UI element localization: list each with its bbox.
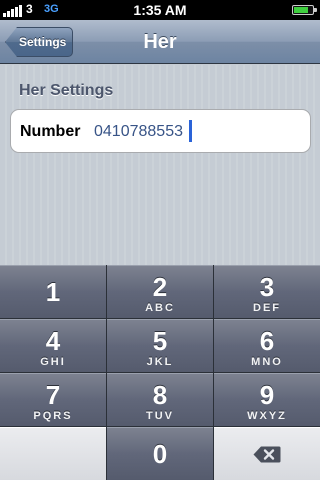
number-input[interactable]: 0410788553	[94, 123, 183, 141]
number-label: Number	[20, 123, 81, 140]
key-digit: 4	[45, 326, 61, 356]
key-digit: 2	[152, 272, 168, 302]
number-field-row[interactable]: Number 0410788553	[10, 109, 311, 153]
key-digit: 7	[45, 380, 61, 410]
backspace-icon	[253, 446, 281, 463]
key-1[interactable]: 1	[0, 265, 106, 318]
numeric-keypad: 1 2 ABC 3 DEF 4 GHI 5 JKL 6 MNO 7 PQRS 8…	[0, 265, 320, 480]
key-blank	[0, 427, 106, 480]
section-header: Her Settings	[19, 82, 114, 99]
key-digit: 5	[152, 326, 168, 356]
delete-button[interactable]	[214, 427, 320, 480]
key-digit: 3	[259, 272, 275, 302]
key-letters: ABC	[145, 302, 175, 314]
text-caret	[189, 120, 192, 142]
key-letters: DEF	[253, 302, 281, 314]
status-time: 1:35 AM	[133, 2, 187, 18]
status-bar: 3 3G 1:35 AM	[0, 0, 320, 20]
key-4[interactable]: 4 GHI	[0, 319, 106, 372]
key-letters: GHI	[40, 356, 66, 368]
key-digit: 9	[259, 380, 275, 410]
key-8[interactable]: 8 TUV	[107, 373, 213, 426]
key-letters: JKL	[146, 356, 174, 368]
page-title: Her	[143, 31, 177, 53]
battery-charging-icon	[292, 5, 317, 15]
key-6[interactable]: 6 MNO	[214, 319, 320, 372]
key-digit: 0	[152, 439, 168, 469]
key-0[interactable]: 0	[107, 427, 213, 480]
key-9[interactable]: 9 WXYZ	[214, 373, 320, 426]
settings-content: Her Settings Number 0410788553	[0, 65, 320, 265]
key-letters: TUV	[146, 410, 174, 422]
key-7[interactable]: 7 PQRS	[0, 373, 106, 426]
key-digit: 8	[152, 380, 168, 410]
key-5[interactable]: 5 JKL	[107, 319, 213, 372]
key-letters: MNO	[251, 356, 283, 368]
key-3[interactable]: 3 DEF	[214, 265, 320, 318]
key-2[interactable]: 2 ABC	[107, 265, 213, 318]
navigation-bar: Settings Her	[0, 20, 320, 64]
key-digit: 1	[45, 277, 61, 307]
key-letters: PQRS	[33, 410, 73, 422]
key-digit: 6	[259, 326, 275, 356]
key-letters: WXYZ	[247, 410, 287, 422]
